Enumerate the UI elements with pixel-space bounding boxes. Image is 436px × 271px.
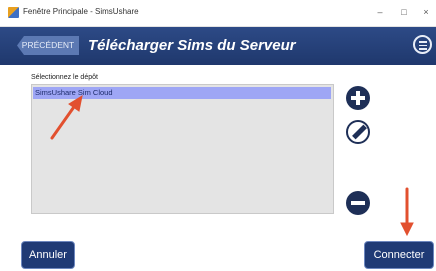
page-title: Télécharger Sims du Serveur xyxy=(88,37,296,54)
minimize-button[interactable]: – xyxy=(368,3,392,21)
connect-button[interactable]: Connecter xyxy=(364,241,434,269)
minus-circle-icon[interactable] xyxy=(346,191,370,215)
maximize-button[interactable]: □ xyxy=(392,3,416,21)
window-title: Fenêtre Principale - SimsUshare xyxy=(23,7,139,16)
hamburger-menu-icon[interactable] xyxy=(413,35,432,54)
page-header: PRÉCÉDENT Télécharger Sims du Serveur xyxy=(0,27,436,65)
pencil-shape xyxy=(352,124,367,140)
cancel-button[interactable]: Annuler xyxy=(21,241,75,269)
list-item[interactable]: SimsUshare Sim Cloud xyxy=(33,87,331,99)
pencil-icon[interactable] xyxy=(346,120,370,144)
close-window-button[interactable]: × xyxy=(414,3,436,21)
plus-circle-icon[interactable] xyxy=(346,86,370,110)
main-content: Sélectionnez le dépôt SimsUshare Sim Clo… xyxy=(0,65,436,271)
back-button[interactable]: PRÉCÉDENT xyxy=(17,36,79,55)
menu-line xyxy=(419,41,427,43)
menu-line xyxy=(419,44,427,46)
window-titlebar: Fenêtre Principale - SimsUshare – □ × xyxy=(0,0,436,27)
depot-list[interactable]: SimsUshare Sim Cloud xyxy=(31,84,334,214)
depot-label: Sélectionnez le dépôt xyxy=(31,74,98,81)
main-window: Fenêtre Principale - SimsUshare – □ × PR… xyxy=(0,0,436,271)
menu-line xyxy=(419,48,427,50)
app-icon xyxy=(8,7,19,18)
